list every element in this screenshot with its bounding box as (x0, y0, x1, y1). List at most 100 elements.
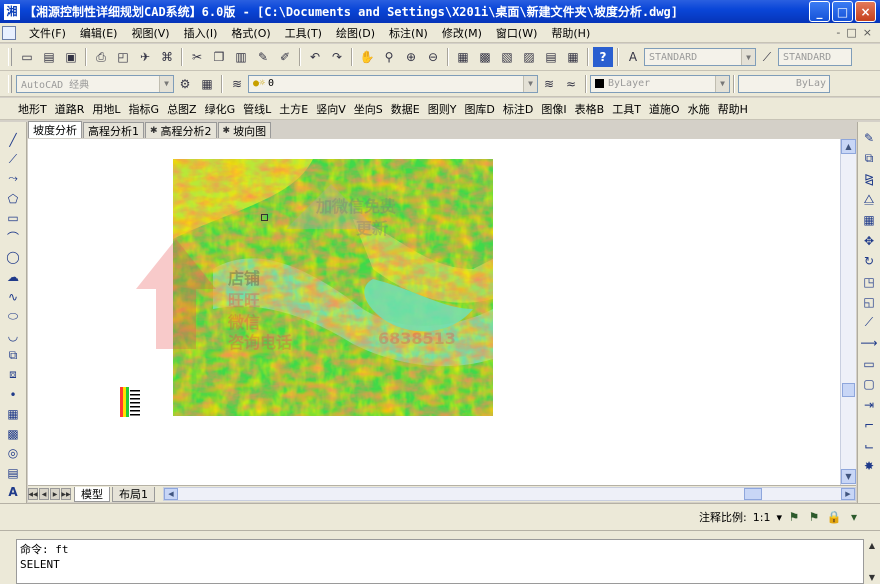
break-icon[interactable]: ▢ (860, 374, 878, 395)
preview-icon[interactable]: ◰ (113, 47, 133, 67)
vertical-scroll-thumb[interactable] (842, 383, 855, 397)
chevron-down-icon[interactable]: ▼ (159, 75, 173, 92)
menu-library[interactable]: 图库D (460, 101, 498, 117)
menu-view[interactable]: 视图(V) (124, 25, 176, 41)
scroll-left-icon[interactable]: ◀ (164, 488, 178, 500)
rectangle-icon[interactable]: ▭ (3, 208, 23, 228)
menu-tools[interactable]: 工具(T) (278, 25, 329, 41)
menu-table[interactable]: 表格B (571, 101, 609, 117)
menu-file[interactable]: 文件(F) (22, 25, 73, 41)
plot-icon[interactable]: ⌘ (157, 47, 177, 67)
menu-index[interactable]: 指标G (125, 101, 164, 117)
text-style-select[interactable]: STANDARD ▼ (644, 48, 756, 66)
break-at-point-icon[interactable]: ▭ (860, 354, 878, 375)
menu-help[interactable]: 帮助(H) (544, 25, 597, 41)
next-layout-icon[interactable]: ▶ (50, 488, 60, 500)
menu-road-construction[interactable]: 道施O (645, 101, 684, 117)
line-icon[interactable]: ╱ (3, 130, 23, 150)
document-icon[interactable] (2, 25, 16, 40)
menu-earthwork[interactable]: 土方E (275, 101, 312, 117)
menu-landuse[interactable]: 用地L (88, 101, 124, 117)
table-icon[interactable]: ▤ (3, 463, 23, 483)
menu-plan-rules[interactable]: 图则Y (424, 101, 461, 117)
match-properties-icon[interactable]: ✎ (253, 47, 273, 67)
menu-draw[interactable]: 绘图(D) (329, 25, 382, 41)
scroll-up-icon[interactable]: ▲ (869, 541, 875, 550)
copy-icon[interactable]: ❐ (209, 47, 229, 67)
ellipse-arc-icon[interactable]: ◡ (3, 326, 23, 346)
menu-window[interactable]: 窗口(W) (489, 25, 544, 41)
trim-icon[interactable]: ⟋ (860, 313, 878, 334)
pan-icon[interactable]: ✋ (357, 47, 377, 67)
multiline-text-icon[interactable]: A (3, 483, 23, 503)
design-center-icon[interactable]: ▩ (475, 47, 495, 67)
print-icon[interactable]: ⎙ (91, 47, 111, 67)
layer-manager-icon[interactable]: ≋ (227, 74, 247, 94)
scale-icon[interactable]: ◳ (860, 272, 878, 293)
doc-close-button[interactable]: × (863, 26, 872, 39)
revision-cloud-icon[interactable]: ☁ (3, 267, 23, 287)
spline-icon[interactable]: ∿ (3, 287, 23, 307)
open-file-icon[interactable]: ▤ (39, 47, 59, 67)
chevron-down-icon[interactable]: ▼ (523, 75, 537, 92)
command-scrollbar[interactable]: ▲ ▼ (864, 539, 880, 584)
last-layout-icon[interactable]: ▶▶ (61, 488, 71, 500)
auto-scale-icon[interactable]: ⚑ (806, 509, 822, 525)
circle-icon[interactable]: ◯ (3, 248, 23, 268)
region-icon[interactable]: ◎ (3, 444, 23, 464)
erase-icon[interactable]: ✎ (860, 128, 878, 149)
menu-orientation[interactable]: 坐向S (350, 101, 387, 117)
scroll-down-icon[interactable]: ▼ (841, 469, 856, 484)
chevron-down-icon[interactable]: ▼ (715, 75, 729, 92)
workspace-select[interactable]: AutoCAD 经典 ▼ (16, 74, 174, 93)
layer-previous-icon[interactable]: ≈ (561, 74, 581, 94)
menu-insert[interactable]: 插入(I) (177, 25, 225, 41)
fillet-icon[interactable]: ⌙ (860, 436, 878, 457)
insert-block-icon[interactable]: ⧉ (3, 346, 23, 366)
chevron-down-icon[interactable]: ▾ (776, 511, 782, 524)
chamfer-icon[interactable]: ⌐ (860, 415, 878, 436)
zoom-window-icon[interactable]: ⊕ (401, 47, 421, 67)
arc-icon[interactable]: ⌒ (3, 228, 23, 248)
menu-dimension[interactable]: 标注(N) (382, 25, 435, 41)
menu-annotation[interactable]: 标注D (499, 101, 537, 117)
scroll-up-icon[interactable]: ▲ (841, 139, 856, 154)
stretch-icon[interactable]: ◱ (860, 292, 878, 313)
first-layout-icon[interactable]: ◀◀ (28, 488, 38, 500)
zoom-realtime-icon[interactable]: ⚲ (379, 47, 399, 67)
linetype-select[interactable]: ByLay (738, 74, 830, 93)
hatch-icon[interactable]: ▦ (3, 404, 23, 424)
menu-tools2[interactable]: 工具T (608, 101, 645, 117)
menu-format[interactable]: 格式(O) (224, 25, 277, 41)
offset-icon[interactable]: ⧋ (860, 190, 878, 211)
annotation-scale-value[interactable]: 1:1 (753, 511, 771, 524)
tool-palettes-icon[interactable]: ▧ (497, 47, 517, 67)
quickcalc-icon[interactable]: ▦ (563, 47, 583, 67)
properties-icon[interactable]: ▦ (453, 47, 473, 67)
join-icon[interactable]: ⇥ (860, 395, 878, 416)
prev-layout-icon[interactable]: ◀ (39, 488, 49, 500)
menu-image[interactable]: 图像I (537, 101, 570, 117)
move-icon[interactable]: ✥ (860, 231, 878, 252)
workspace-save-icon[interactable]: ▦ (197, 74, 217, 94)
zoom-previous-icon[interactable]: ⊖ (423, 47, 443, 67)
menu-road[interactable]: 道路R (51, 101, 89, 117)
menu-site-plan[interactable]: 总图Z (163, 101, 201, 117)
tab-model[interactable]: 模型 (74, 486, 110, 502)
point-icon[interactable]: • (3, 385, 23, 405)
mirror-icon[interactable]: ⧎ (860, 169, 878, 190)
workspace-settings-icon[interactable]: ⚙ (175, 74, 195, 94)
markup-icon[interactable]: ▤ (541, 47, 561, 67)
toolbar-lock-icon[interactable]: 🔒 (826, 509, 842, 525)
menu-edit[interactable]: 编辑(E) (73, 25, 125, 41)
command-line[interactable]: 命令: ft SELENT (16, 539, 864, 584)
make-block-icon[interactable]: ⧈ (3, 365, 23, 385)
menu-pipeline[interactable]: 管线L (239, 101, 275, 117)
toolbar-grip[interactable] (8, 48, 12, 66)
horizontal-scrollbar[interactable]: ◀ ▶ (163, 487, 856, 501)
doc-minimize-button[interactable]: - (836, 26, 840, 39)
doc-restore-button[interactable]: □ (846, 26, 856, 39)
command-splitter[interactable] (0, 530, 880, 539)
ellipse-icon[interactable]: ⬭ (3, 306, 23, 326)
drawing-area[interactable]: 加微信免费 更新 店铺 旺旺 微信 咨询电话 6838513 (28, 139, 840, 485)
